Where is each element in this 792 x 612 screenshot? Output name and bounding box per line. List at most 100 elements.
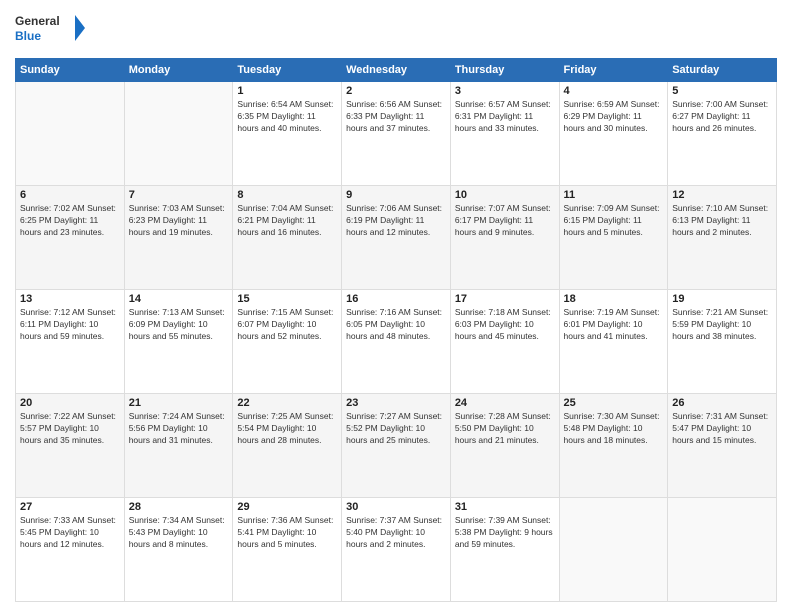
day-info: Sunrise: 7:13 AM Sunset: 6:09 PM Dayligh… bbox=[129, 307, 229, 343]
weekday-sunday: Sunday bbox=[16, 59, 125, 82]
day-cell: 22 Sunrise: 7:25 AM Sunset: 5:54 PM Dayli… bbox=[233, 394, 342, 498]
day-number: 21 bbox=[129, 397, 229, 409]
day-number: 17 bbox=[455, 293, 555, 305]
weekday-saturday: Saturday bbox=[668, 59, 777, 82]
day-cell: 18 Sunrise: 7:19 AM Sunset: 6:01 PM Dayli… bbox=[559, 290, 668, 394]
day-info: Sunrise: 7:06 AM Sunset: 6:19 PM Dayligh… bbox=[346, 203, 446, 239]
weekday-monday: Monday bbox=[124, 59, 233, 82]
day-cell: 5Sunrise: 7:00 AM Sunset: 6:27 PM Daylig… bbox=[668, 82, 777, 186]
day-cell: 8 Sunrise: 7:04 AM Sunset: 6:21 PM Daylig… bbox=[233, 186, 342, 290]
day-number: 18 bbox=[564, 293, 664, 305]
day-number: 20 bbox=[20, 397, 120, 409]
day-info: Sunrise: 7:03 AM Sunset: 6:23 PM Dayligh… bbox=[129, 203, 229, 239]
day-number: 14 bbox=[129, 293, 229, 305]
week-row-5: 27 Sunrise: 7:33 AM Sunset: 5:45 PM Dayli… bbox=[16, 498, 777, 602]
day-info: Sunrise: 7:22 AM Sunset: 5:57 PM Dayligh… bbox=[20, 411, 120, 447]
day-number: 27 bbox=[20, 501, 120, 513]
day-info: Sunrise: 7:36 AM Sunset: 5:41 PM Dayligh… bbox=[237, 515, 337, 551]
day-info: Sunrise: 6:59 AM Sunset: 6:29 PM Dayligh… bbox=[564, 99, 664, 135]
day-cell: 17 Sunrise: 7:18 AM Sunset: 6:03 PM Dayli… bbox=[450, 290, 559, 394]
day-cell: 10 Sunrise: 7:07 AM Sunset: 6:17 PM Dayli… bbox=[450, 186, 559, 290]
header: General Blue bbox=[15, 10, 777, 50]
calendar-body: 1 Sunrise: 6:54 AM Sunset: 6:35 PM Daylig… bbox=[16, 82, 777, 602]
day-cell: 3 Sunrise: 6:57 AM Sunset: 6:31 PM Daylig… bbox=[450, 82, 559, 186]
day-number: 13 bbox=[20, 293, 120, 305]
day-cell: 23 Sunrise: 7:27 AM Sunset: 5:52 PM Dayli… bbox=[342, 394, 451, 498]
day-info: Sunrise: 6:57 AM Sunset: 6:31 PM Dayligh… bbox=[455, 99, 555, 135]
day-cell: 14 Sunrise: 7:13 AM Sunset: 6:09 PM Dayli… bbox=[124, 290, 233, 394]
day-number: 25 bbox=[564, 397, 664, 409]
day-info: Sunrise: 7:12 AM Sunset: 6:11 PM Dayligh… bbox=[20, 307, 120, 343]
day-cell bbox=[668, 498, 777, 602]
day-info: Sunrise: 7:31 AM Sunset: 5:47 PM Dayligh… bbox=[672, 411, 772, 447]
day-number: 29 bbox=[237, 501, 337, 513]
day-number: 26 bbox=[672, 397, 772, 409]
day-cell: 2Sunrise: 6:56 AM Sunset: 6:33 PM Daylig… bbox=[342, 82, 451, 186]
day-info: Sunrise: 7:39 AM Sunset: 5:38 PM Dayligh… bbox=[455, 515, 555, 551]
day-cell: 4 Sunrise: 6:59 AM Sunset: 6:29 PM Daylig… bbox=[559, 82, 668, 186]
day-info: Sunrise: 7:18 AM Sunset: 6:03 PM Dayligh… bbox=[455, 307, 555, 343]
day-cell: 13 Sunrise: 7:12 AM Sunset: 6:11 PM Dayli… bbox=[16, 290, 125, 394]
day-number: 19 bbox=[672, 293, 772, 305]
day-cell: 29 Sunrise: 7:36 AM Sunset: 5:41 PM Dayli… bbox=[233, 498, 342, 602]
day-cell bbox=[124, 82, 233, 186]
day-info: Sunrise: 7:27 AM Sunset: 5:52 PM Dayligh… bbox=[346, 411, 446, 447]
day-cell: 24 Sunrise: 7:28 AM Sunset: 5:50 PM Dayli… bbox=[450, 394, 559, 498]
day-number: 6 bbox=[20, 189, 120, 201]
day-info: Sunrise: 7:02 AM Sunset: 6:25 PM Dayligh… bbox=[20, 203, 120, 239]
day-info: Sunrise: 7:07 AM Sunset: 6:17 PM Dayligh… bbox=[455, 203, 555, 239]
day-cell: 31Sunrise: 7:39 AM Sunset: 5:38 PM Dayli… bbox=[450, 498, 559, 602]
day-info: Sunrise: 7:10 AM Sunset: 6:13 PM Dayligh… bbox=[672, 203, 772, 239]
day-info: Sunrise: 7:28 AM Sunset: 5:50 PM Dayligh… bbox=[455, 411, 555, 447]
weekday-thursday: Thursday bbox=[450, 59, 559, 82]
day-cell: 27 Sunrise: 7:33 AM Sunset: 5:45 PM Dayli… bbox=[16, 498, 125, 602]
day-info: Sunrise: 7:00 AM Sunset: 6:27 PM Dayligh… bbox=[672, 99, 772, 135]
day-cell bbox=[559, 498, 668, 602]
day-number: 4 bbox=[564, 85, 664, 97]
day-cell: 21Sunrise: 7:24 AM Sunset: 5:56 PM Dayli… bbox=[124, 394, 233, 498]
day-number: 22 bbox=[237, 397, 337, 409]
day-info: Sunrise: 7:21 AM Sunset: 5:59 PM Dayligh… bbox=[672, 307, 772, 343]
day-number: 1 bbox=[237, 85, 337, 97]
day-cell: 1 Sunrise: 6:54 AM Sunset: 6:35 PM Daylig… bbox=[233, 82, 342, 186]
day-cell: 9 Sunrise: 7:06 AM Sunset: 6:19 PM Daylig… bbox=[342, 186, 451, 290]
day-number: 23 bbox=[346, 397, 446, 409]
day-number: 9 bbox=[346, 189, 446, 201]
day-number: 16 bbox=[346, 293, 446, 305]
day-cell: 19 Sunrise: 7:21 AM Sunset: 5:59 PM Dayli… bbox=[668, 290, 777, 394]
day-cell: 25Sunrise: 7:30 AM Sunset: 5:48 PM Dayli… bbox=[559, 394, 668, 498]
day-info: Sunrise: 7:37 AM Sunset: 5:40 PM Dayligh… bbox=[346, 515, 446, 551]
day-number: 24 bbox=[455, 397, 555, 409]
day-cell: 16 Sunrise: 7:16 AM Sunset: 6:05 PM Dayli… bbox=[342, 290, 451, 394]
day-info: Sunrise: 7:25 AM Sunset: 5:54 PM Dayligh… bbox=[237, 411, 337, 447]
weekday-wednesday: Wednesday bbox=[342, 59, 451, 82]
day-cell: 15 Sunrise: 7:15 AM Sunset: 6:07 PM Dayli… bbox=[233, 290, 342, 394]
week-row-3: 13 Sunrise: 7:12 AM Sunset: 6:11 PM Dayli… bbox=[16, 290, 777, 394]
day-info: Sunrise: 7:09 AM Sunset: 6:15 PM Dayligh… bbox=[564, 203, 664, 239]
week-row-2: 6 Sunrise: 7:02 AM Sunset: 6:25 PM Daylig… bbox=[16, 186, 777, 290]
day-info: Sunrise: 7:04 AM Sunset: 6:21 PM Dayligh… bbox=[237, 203, 337, 239]
weekday-header-row: SundayMondayTuesdayWednesdayThursdayFrid… bbox=[16, 59, 777, 82]
day-number: 10 bbox=[455, 189, 555, 201]
logo: General Blue bbox=[15, 10, 85, 50]
day-number: 28 bbox=[129, 501, 229, 513]
day-cell: 7Sunrise: 7:03 AM Sunset: 6:23 PM Daylig… bbox=[124, 186, 233, 290]
day-number: 3 bbox=[455, 85, 555, 97]
day-cell: 28Sunrise: 7:34 AM Sunset: 5:43 PM Dayli… bbox=[124, 498, 233, 602]
day-cell: 20 Sunrise: 7:22 AM Sunset: 5:57 PM Dayli… bbox=[16, 394, 125, 498]
day-cell: 30 Sunrise: 7:37 AM Sunset: 5:40 PM Dayli… bbox=[342, 498, 451, 602]
logo-svg: General Blue bbox=[15, 10, 85, 50]
day-number: 8 bbox=[237, 189, 337, 201]
day-number: 11 bbox=[564, 189, 664, 201]
day-info: Sunrise: 7:33 AM Sunset: 5:45 PM Dayligh… bbox=[20, 515, 120, 551]
weekday-friday: Friday bbox=[559, 59, 668, 82]
day-number: 15 bbox=[237, 293, 337, 305]
day-info: Sunrise: 7:19 AM Sunset: 6:01 PM Dayligh… bbox=[564, 307, 664, 343]
day-cell bbox=[16, 82, 125, 186]
day-number: 30 bbox=[346, 501, 446, 513]
calendar-table: SundayMondayTuesdayWednesdayThursdayFrid… bbox=[15, 58, 777, 602]
day-info: Sunrise: 6:54 AM Sunset: 6:35 PM Dayligh… bbox=[237, 99, 337, 135]
day-info: Sunrise: 7:15 AM Sunset: 6:07 PM Dayligh… bbox=[237, 307, 337, 343]
svg-text:Blue: Blue bbox=[15, 29, 41, 43]
day-info: Sunrise: 7:16 AM Sunset: 6:05 PM Dayligh… bbox=[346, 307, 446, 343]
